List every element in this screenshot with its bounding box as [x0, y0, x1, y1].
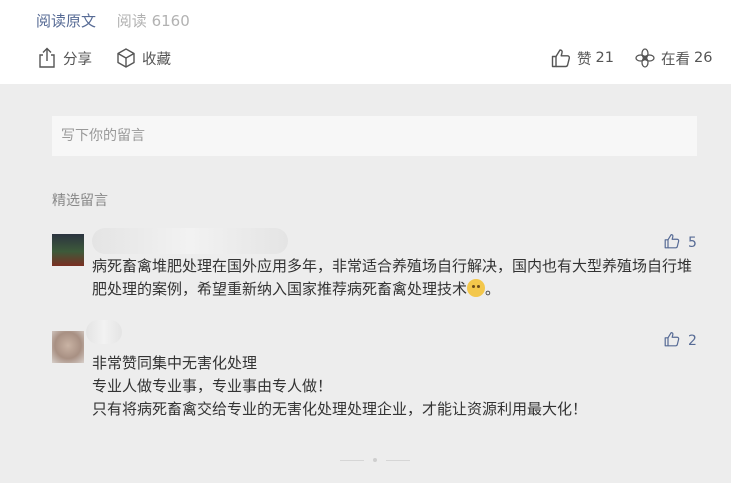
- comment-like-button[interactable]: 5: [664, 233, 697, 253]
- comment-text: 非常赞同集中无害化处理 专业人做专业事，专业事由专人做！ 只有将病死畜禽交给专业…: [92, 352, 692, 421]
- comment-line: 专业人做专业事，专业事由专人做！: [92, 377, 333, 395]
- comment-like-button[interactable]: 2: [664, 331, 697, 351]
- avatar[interactable]: [52, 234, 84, 266]
- section-title: 精选留言: [52, 193, 108, 209]
- article-footer: 阅读原文 阅读 6160 分享 收藏 赞 21 在看 26: [0, 0, 731, 84]
- share-icon: [37, 47, 57, 69]
- comment-box[interactable]: [52, 116, 697, 156]
- share-label: 分享: [63, 51, 92, 68]
- share-button[interactable]: 分享: [37, 46, 92, 70]
- thumbs-up-icon: [664, 233, 680, 253]
- comment-line: 只有将病死畜禽交给专业的无害化处理处理企业，才能让资源利用最大化！: [92, 400, 588, 418]
- view-button[interactable]: 在看 26: [635, 46, 712, 70]
- read-count: 阅读 6160: [116, 12, 190, 30]
- cube-icon: [116, 47, 136, 69]
- nickname[interactable]: [86, 320, 122, 344]
- end-divider: [340, 458, 410, 462]
- emoji-icon: [467, 279, 486, 297]
- comment-end: 。: [485, 280, 501, 298]
- comment-input[interactable]: [52, 116, 697, 156]
- like-label: 赞: [577, 51, 592, 68]
- read-row: 阅读原文 阅读 6160: [36, 10, 190, 31]
- like-button[interactable]: 赞 21: [551, 46, 614, 70]
- view-count: 26: [694, 50, 713, 66]
- collect-label: 收藏: [142, 51, 171, 68]
- comment-like-count: 2: [688, 333, 697, 349]
- read-original-link[interactable]: 阅读原文: [36, 12, 96, 30]
- comment-like-count: 5: [688, 235, 697, 251]
- like-count: 21: [595, 50, 614, 66]
- view-label: 在看: [661, 51, 690, 68]
- comment-line: 非常赞同集中无害化处理: [92, 354, 258, 372]
- comment-body: 病死畜禽堆肥处理在国外应用多年，非常适合养殖场自行解决，国内也有大型养殖场自行堆…: [92, 257, 693, 298]
- comment-text: 病死畜禽堆肥处理在国外应用多年，非常适合养殖场自行解决，国内也有大型养殖场自行堆…: [92, 255, 698, 301]
- collect-button[interactable]: 收藏: [116, 46, 171, 70]
- thumbs-up-icon: [551, 48, 571, 68]
- avatar[interactable]: [52, 331, 84, 363]
- nickname[interactable]: [92, 228, 288, 254]
- thumbs-up-icon: [664, 331, 680, 351]
- flower-icon: [635, 48, 655, 68]
